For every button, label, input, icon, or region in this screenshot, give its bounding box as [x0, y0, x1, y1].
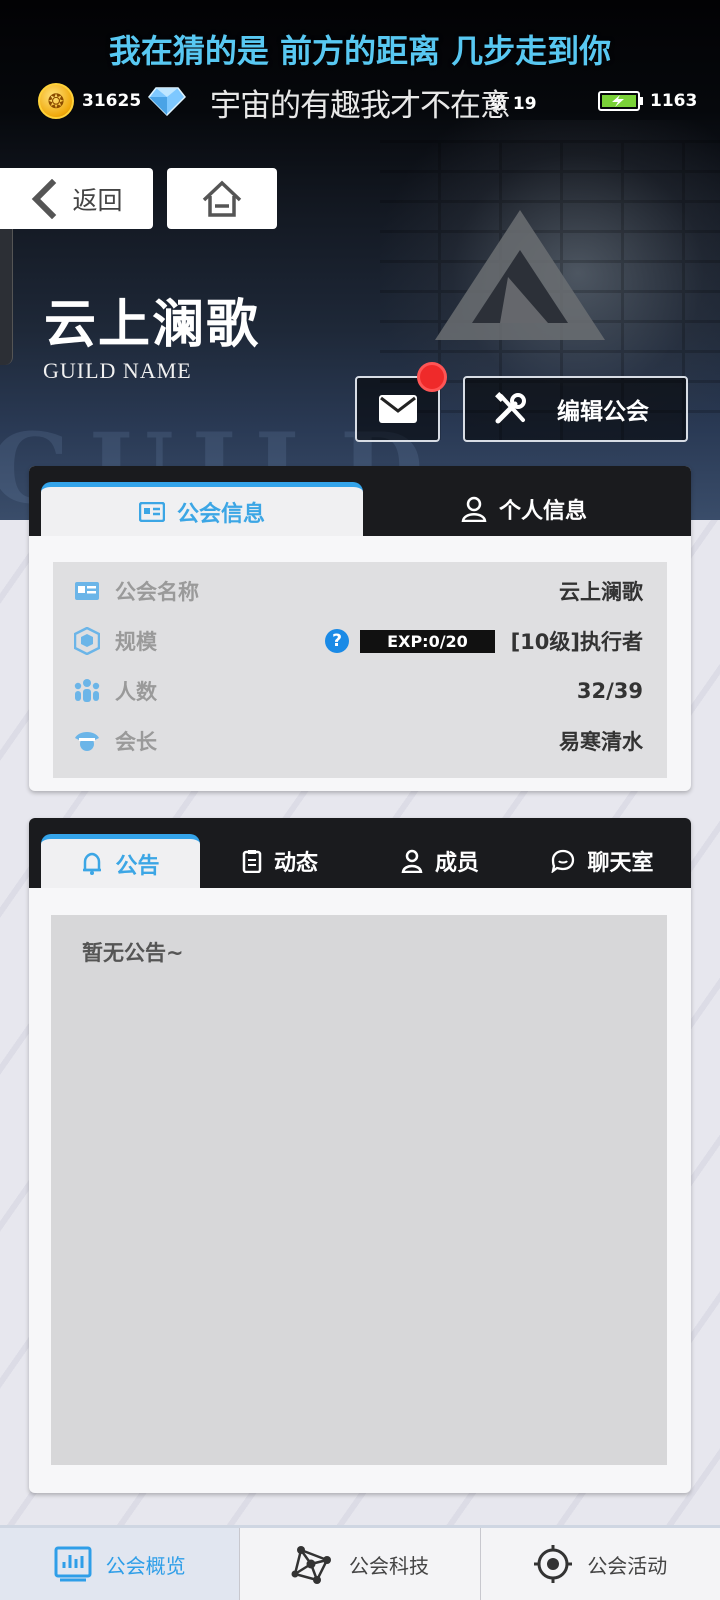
chevron-left-icon — [32, 178, 57, 219]
chart-board-icon — [54, 1546, 92, 1582]
user-icon — [401, 849, 423, 873]
info-row-scale: 规模 ? EXP:0/20 [10级]执行者 — [53, 616, 667, 666]
guild-info-card: 公会信息 个人信息 公会名称 云上澜歌 规模 ? EXP:0/20 [10级]执… — [29, 466, 691, 791]
home-icon — [202, 180, 242, 217]
user-icon — [461, 496, 487, 522]
tab-announcement[interactable]: 公告 — [41, 834, 200, 888]
id-card-icon — [73, 577, 101, 605]
tab-personal-info[interactable]: 个人信息 — [369, 482, 679, 536]
notification-badge — [417, 362, 447, 392]
clipboard-icon — [242, 850, 262, 873]
home-button[interactable] — [167, 168, 277, 229]
mail-icon — [378, 395, 417, 423]
tab-activity[interactable]: 动态 — [200, 834, 360, 888]
network-icon — [291, 1546, 331, 1584]
nav-guild-tech[interactable]: 公会科技 — [240, 1528, 481, 1600]
target-icon — [534, 1545, 573, 1583]
lyric-line-1: 我在猜的是 前方的距离 几步走到你 — [108, 32, 612, 70]
help-icon[interactable]: ? — [325, 629, 349, 653]
guild-board-card: 公告 动态 成员 聊天室 暂无公告~ — [29, 818, 691, 1493]
bell-icon — [83, 852, 102, 875]
edit-guild-button[interactable]: 编辑公会 — [463, 376, 688, 442]
exp-bar: EXP:0/20 — [360, 629, 495, 653]
nav-guild-events[interactable]: 公会活动 — [481, 1528, 720, 1600]
group-icon — [73, 677, 101, 705]
info-row-leader: 会长 易寒清水 — [53, 716, 667, 766]
cube-icon — [73, 627, 101, 655]
guild-title: 云上澜歌 — [44, 294, 261, 355]
tab-members[interactable]: 成员 — [360, 834, 520, 888]
lyric-line-2: 宇宙的有趣我才不在意 — [210, 88, 511, 124]
back-button[interactable]: 返回 — [0, 168, 153, 229]
info-row-guild-name: 公会名称 云上澜歌 — [53, 566, 667, 616]
nav-guild-overview[interactable]: 公会概览 — [0, 1528, 241, 1600]
guild-info-table: 公会名称 云上澜歌 规模 ? EXP:0/20 [10级]执行者 人数 32/3… — [53, 562, 667, 778]
captain-hat-icon — [73, 727, 101, 755]
empty-announcement-text: 暂无公告~ — [82, 941, 184, 965]
guild-subtitle: GUILD NAME — [43, 358, 192, 383]
announcement-panel: 暂无公告~ — [51, 915, 667, 1465]
tools-icon — [495, 392, 526, 424]
id-card-icon — [138, 501, 165, 522]
guild-banner: GUILD — [0, 0, 720, 520]
tab-guild-info[interactable]: 公会信息 — [41, 482, 363, 536]
chat-bubble-icon — [551, 849, 575, 873]
tab-chatroom[interactable]: 聊天室 — [520, 834, 685, 888]
side-drawer-handle[interactable] — [0, 205, 13, 365]
bottom-navigation: 公会概览 公会科技 公会活动 — [0, 1525, 720, 1600]
info-row-members: 人数 32/39 — [53, 666, 667, 716]
guild-emblem-icon — [435, 210, 605, 340]
